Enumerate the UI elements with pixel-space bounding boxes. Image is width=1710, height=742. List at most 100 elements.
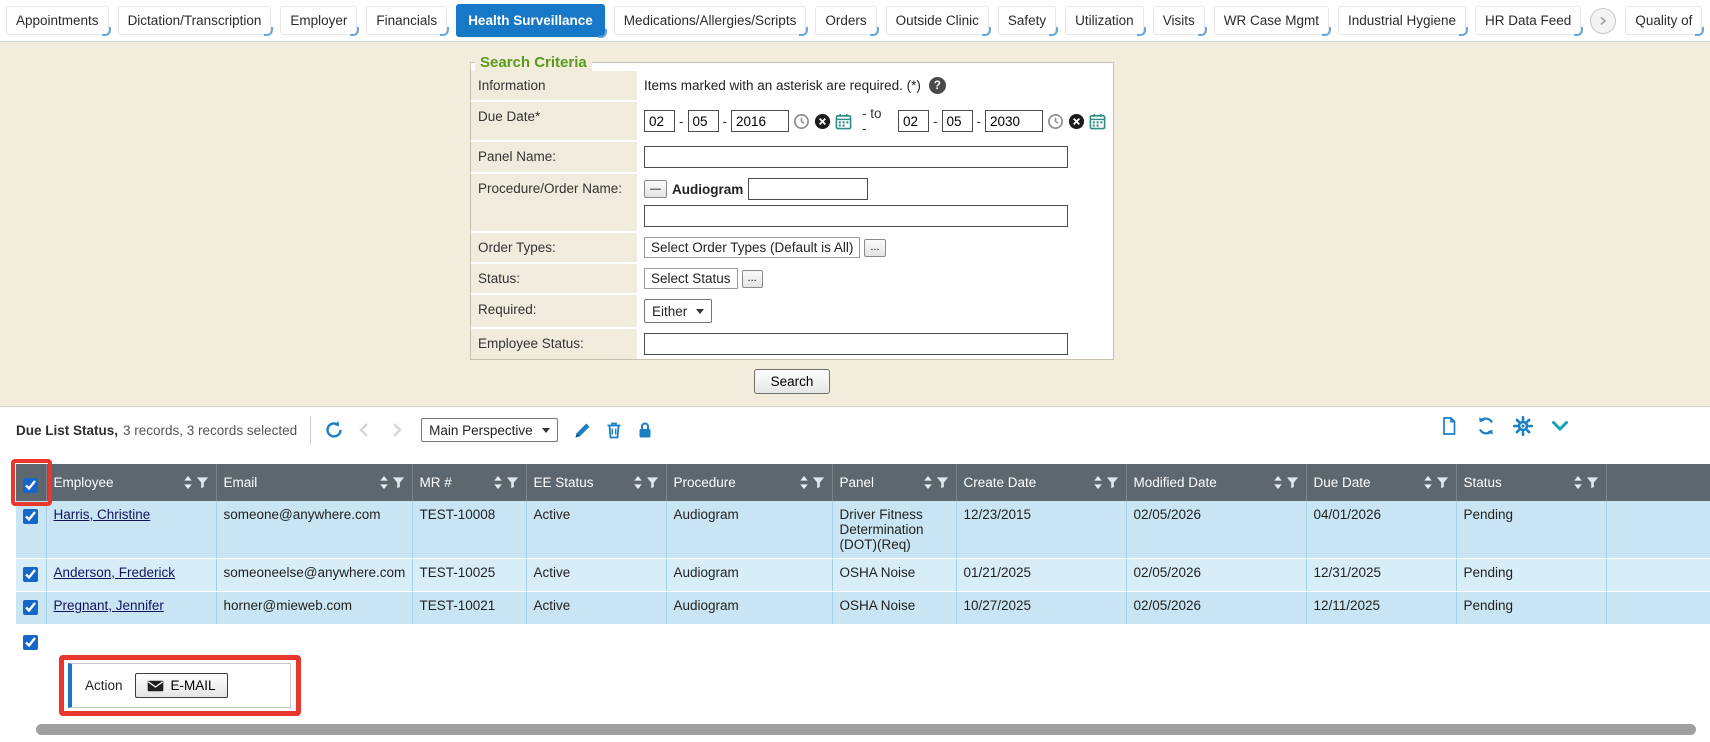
next-arrow-icon[interactable] <box>386 420 406 440</box>
sort-icon[interactable] <box>1573 475 1583 490</box>
due-date-from-year-input[interactable] <box>731 110 789 132</box>
filter-icon[interactable] <box>1436 476 1449 489</box>
horizontal-scrollbar[interactable] <box>36 724 1694 735</box>
row-checkbox[interactable] <box>23 567 38 582</box>
filter-icon[interactable] <box>392 476 405 489</box>
tab-appointments[interactable]: Appointments <box>6 6 109 35</box>
row-checkbox[interactable] <box>23 600 38 615</box>
tab-quality-of[interactable]: Quality of <box>1625 6 1702 35</box>
sort-icon[interactable] <box>799 475 809 490</box>
due-date-to-year-input[interactable] <box>985 110 1043 132</box>
filter-icon[interactable] <box>936 476 949 489</box>
employee-status-input[interactable] <box>644 333 1068 355</box>
grid-record-summary: 3 records, 3 records selected <box>123 423 297 438</box>
new-document-icon[interactable] <box>1439 416 1459 436</box>
select-all-checkbox[interactable] <box>23 478 38 493</box>
filter-icon[interactable] <box>506 476 519 489</box>
procedure-quantity-input[interactable] <box>748 178 868 200</box>
clear-date-icon[interactable] <box>1068 113 1085 130</box>
calendar-icon[interactable] <box>835 113 852 130</box>
tab-medications-allergies-scripts[interactable]: Medications/Allergies/Scripts <box>614 6 807 35</box>
filter-icon[interactable] <box>196 476 209 489</box>
collapse-chevron-icon[interactable] <box>1550 416 1570 436</box>
gear-icon[interactable] <box>1513 416 1533 436</box>
column-header-panel[interactable]: Panel <box>832 464 956 501</box>
action-panel: Action E-MAIL <box>68 663 291 708</box>
sort-icon[interactable] <box>379 475 389 490</box>
tab-visits[interactable]: Visits <box>1153 6 1205 35</box>
perspective-select[interactable]: Main Perspective <box>421 418 558 442</box>
tab-orders[interactable]: Orders <box>815 6 876 35</box>
tab-outside-clinic[interactable]: Outside Clinic <box>886 6 989 35</box>
panel-name-input[interactable] <box>644 146 1068 168</box>
column-header-email[interactable]: Email <box>216 464 412 501</box>
tab-financials[interactable]: Financials <box>366 6 447 35</box>
filter-icon[interactable] <box>646 476 659 489</box>
cell-modified-date: 02/05/2026 <box>1126 592 1306 625</box>
tab-industrial-hygiene[interactable]: Industrial Hygiene <box>1338 6 1466 35</box>
edit-perspective-icon[interactable] <box>573 420 593 440</box>
column-header-employee[interactable]: Employee <box>46 464 216 501</box>
status-browse-button[interactable]: ... <box>742 270 763 288</box>
order-types-value[interactable]: Select Order Types (Default is All) <box>644 237 860 258</box>
tab-safety[interactable]: Safety <box>998 6 1056 35</box>
refresh-icon[interactable] <box>1476 416 1496 436</box>
sort-icon[interactable] <box>1423 475 1433 490</box>
header-row: Employee Email MR # EE Status Procedure … <box>16 464 1710 501</box>
remove-procedure-button[interactable]: — <box>644 180 667 198</box>
tab-employer[interactable]: Employer <box>280 6 357 35</box>
column-header-modified-date[interactable]: Modified Date <box>1126 464 1306 501</box>
procedure-name-input[interactable] <box>644 205 1068 227</box>
order-types-browse-button[interactable]: ... <box>864 239 885 257</box>
prev-arrow-icon[interactable] <box>355 420 375 440</box>
clock-icon[interactable] <box>1047 113 1064 130</box>
sort-icon[interactable] <box>1273 475 1283 490</box>
scrollbar-thumb[interactable] <box>36 724 1696 735</box>
reset-icon[interactable] <box>324 420 344 440</box>
tab-dictation-transcription[interactable]: Dictation/Transcription <box>118 6 272 35</box>
search-button[interactable]: Search <box>754 369 831 394</box>
column-header-status[interactable]: Status <box>1456 464 1606 501</box>
column-header-ee-status[interactable]: EE Status <box>526 464 666 501</box>
filter-icon[interactable] <box>1586 476 1599 489</box>
lock-icon[interactable] <box>635 420 655 440</box>
sort-icon[interactable] <box>633 475 643 490</box>
tab-health-surveillance[interactable]: Health Surveillance <box>456 4 605 37</box>
employee-link[interactable]: Harris, Christine <box>54 507 151 522</box>
required-select[interactable]: Either <box>644 299 712 323</box>
delete-perspective-icon[interactable] <box>604 420 624 440</box>
filter-icon[interactable] <box>1106 476 1119 489</box>
sort-icon[interactable] <box>493 475 503 490</box>
column-header-mr[interactable]: MR # <box>412 464 526 501</box>
bottom-select-all-checkbox[interactable] <box>23 635 38 650</box>
email-button[interactable]: E-MAIL <box>135 673 228 698</box>
sort-icon[interactable] <box>183 475 193 490</box>
cell-due-date: 12/11/2025 <box>1306 592 1456 625</box>
due-date-to-month-input[interactable] <box>898 110 929 132</box>
calendar-icon[interactable] <box>1089 113 1106 130</box>
sort-icon[interactable] <box>923 475 933 490</box>
filter-icon[interactable] <box>1286 476 1299 489</box>
status-value[interactable]: Select Status <box>644 268 738 289</box>
cell-status: Pending <box>1456 501 1606 559</box>
tab-utilization[interactable]: Utilization <box>1065 6 1144 35</box>
column-header-create-date[interactable]: Create Date <box>956 464 1126 501</box>
due-date-to-day-input[interactable] <box>942 110 973 132</box>
row-checkbox[interactable] <box>23 509 38 524</box>
cell-due-date: 12/31/2025 <box>1306 559 1456 592</box>
column-header-due-date[interactable]: Due Date <box>1306 464 1456 501</box>
sort-icon[interactable] <box>1093 475 1103 490</box>
tab-wr-case-mgmt[interactable]: WR Case Mgmt <box>1214 6 1329 35</box>
tab-hr-data-feed[interactable]: HR Data Feed <box>1475 6 1581 35</box>
filter-icon[interactable] <box>812 476 825 489</box>
column-header-procedure[interactable]: Procedure <box>666 464 832 501</box>
clock-icon[interactable] <box>793 113 810 130</box>
more-tabs-icon[interactable] <box>1590 8 1616 34</box>
employee-link[interactable]: Pregnant, Jennifer <box>54 598 164 613</box>
due-date-from-month-input[interactable] <box>644 110 675 132</box>
employee-link[interactable]: Anderson, Frederick <box>54 565 176 580</box>
clear-date-icon[interactable] <box>814 113 831 130</box>
help-icon[interactable]: ? <box>929 77 946 94</box>
due-date-from-day-input[interactable] <box>688 110 719 132</box>
required-selected-value: Either <box>652 304 687 319</box>
